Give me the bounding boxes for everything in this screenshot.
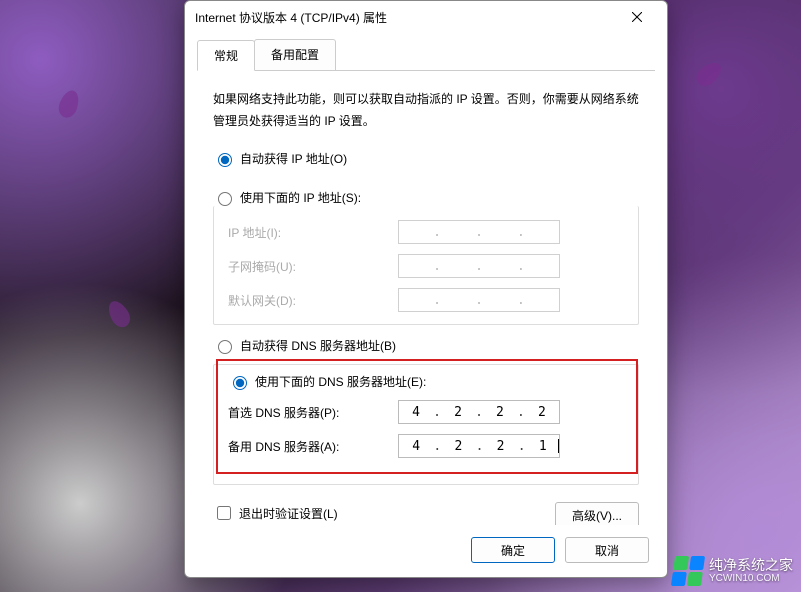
radio-dns-manual-label: 使用下面的 DNS 服务器地址(E): xyxy=(255,373,426,390)
close-button[interactable] xyxy=(617,3,657,31)
advanced-button[interactable]: 高级(V)... xyxy=(555,502,639,525)
field-subnet-mask: 子网掩码(U): ... xyxy=(228,254,624,278)
radio-ip-auto[interactable] xyxy=(218,153,232,167)
tab-general[interactable]: 常规 xyxy=(197,40,255,71)
preferred-dns-input[interactable]: 4. 2. 2. 2 xyxy=(398,400,560,424)
tab-alternate[interactable]: 备用配置 xyxy=(254,39,336,70)
radio-dns-auto-label: 自动获得 DNS 服务器地址(B) xyxy=(240,337,396,354)
ipv4-properties-dialog: Internet 协议版本 4 (TCP/IPv4) 属性 常规 备用配置 如果… xyxy=(184,0,668,578)
subnet-mask-label: 子网掩码(U): xyxy=(228,258,398,275)
field-preferred-dns: 首选 DNS 服务器(P): 4. 2. 2. 2 xyxy=(228,400,624,424)
cancel-button[interactable]: 取消 xyxy=(565,537,649,563)
default-gateway-label: 默认网关(D): xyxy=(228,292,398,309)
preferred-dns-label: 首选 DNS 服务器(P): xyxy=(228,404,398,421)
tab-strip: 常规 备用配置 xyxy=(197,39,655,71)
tab-content-general: 如果网络支持此功能，则可以获取自动指派的 IP 设置。否则，你需要从网络系统管理… xyxy=(185,71,667,525)
titlebar: Internet 协议版本 4 (TCP/IPv4) 属性 xyxy=(185,1,667,33)
ip-radio-auto-row: 自动获得 IP 地址(O) xyxy=(213,150,639,183)
highlight-annotation: 使用下面的 DNS 服务器地址(E): 首选 DNS 服务器(P): 4. 2.… xyxy=(216,359,638,474)
default-gateway-input: ... xyxy=(398,288,560,312)
watermark-name: 纯净系统之家 xyxy=(709,558,793,573)
ip-address-input: ... xyxy=(398,220,560,244)
options-footer-row: 退出时验证设置(L) 高级(V)... xyxy=(213,497,639,525)
checkbox-validate-label: 退出时验证设置(L) xyxy=(239,505,338,522)
radio-ip-auto-label: 自动获得 IP 地址(O) xyxy=(240,150,347,167)
watermark-url: YCWIN10.COM xyxy=(709,573,793,584)
field-default-gateway: 默认网关(D): ... xyxy=(228,288,624,312)
radio-ip-manual[interactable] xyxy=(218,192,232,206)
ok-button[interactable]: 确定 xyxy=(471,537,555,563)
watermark: 纯净系统之家 YCWIN10.COM xyxy=(673,556,793,586)
alternate-dns-input[interactable]: 4. 2. 2. 1 xyxy=(398,434,560,458)
description-text: 如果网络支持此功能，则可以获取自动指派的 IP 设置。否则，你需要从网络系统管理… xyxy=(213,89,639,132)
field-ip-address: IP 地址(I): ... xyxy=(228,220,624,244)
alternate-dns-label: 备用 DNS 服务器(A): xyxy=(228,438,398,455)
dns-fields-group: 使用下面的 DNS 服务器地址(E): 首选 DNS 服务器(P): 4. 2.… xyxy=(213,364,639,485)
dialog-button-row: 确定 取消 xyxy=(185,525,667,577)
radio-ip-manual-label: 使用下面的 IP 地址(S): xyxy=(240,189,361,206)
radio-dns-auto[interactable] xyxy=(218,340,232,354)
subnet-mask-input: ... xyxy=(398,254,560,278)
radio-dns-manual[interactable] xyxy=(233,376,247,390)
close-icon xyxy=(632,12,642,22)
checkbox-validate-on-exit[interactable] xyxy=(217,506,231,520)
ip-address-label: IP 地址(I): xyxy=(228,224,398,241)
watermark-logo-icon xyxy=(671,556,705,586)
dialog-title: Internet 协议版本 4 (TCP/IPv4) 属性 xyxy=(195,9,617,26)
ip-fields-group: IP 地址(I): ... 子网掩码(U): ... 默认网关(D): ... xyxy=(213,206,639,325)
field-alternate-dns: 备用 DNS 服务器(A): 4. 2. 2. 1 xyxy=(228,434,624,458)
text-caret xyxy=(558,439,559,453)
